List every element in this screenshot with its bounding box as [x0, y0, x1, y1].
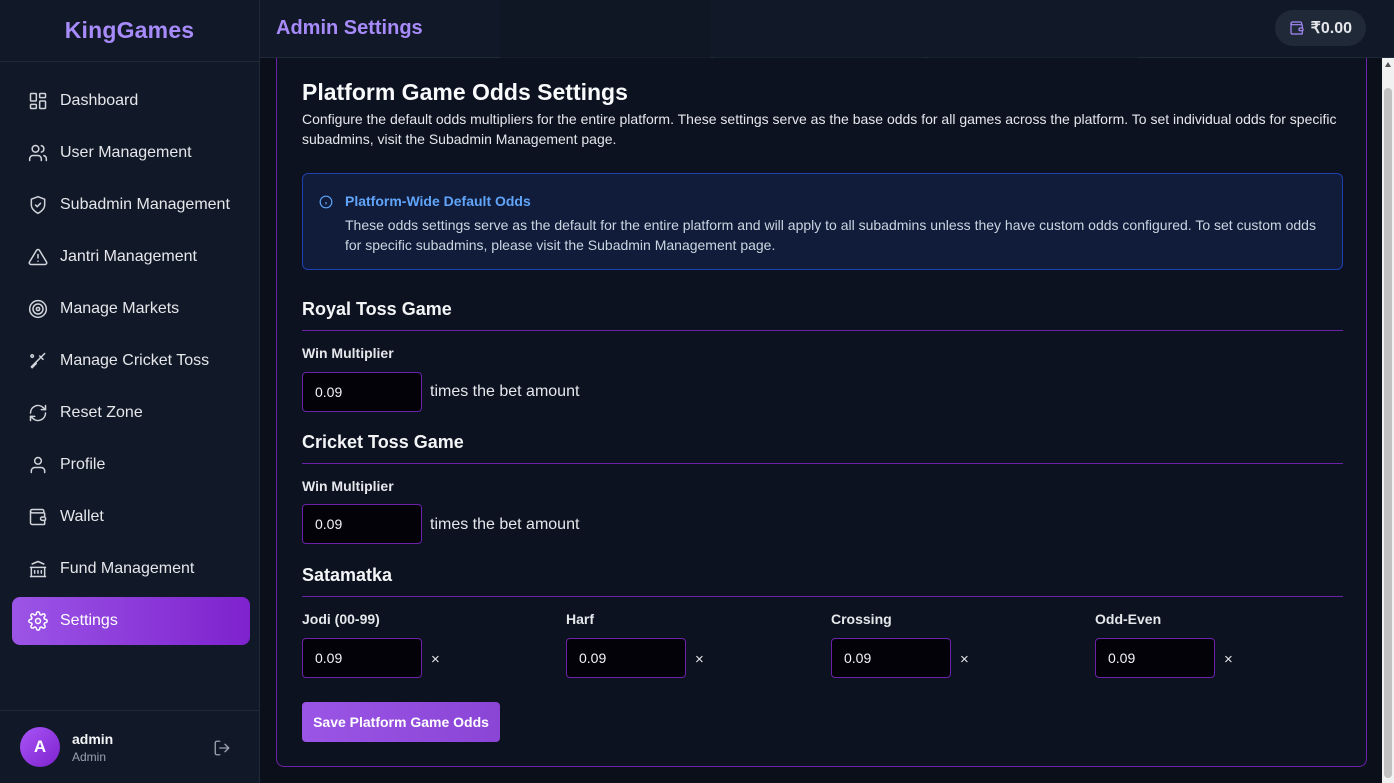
- harf-odds-input[interactable]: [566, 638, 686, 678]
- shield-icon: [28, 195, 48, 215]
- scrollbar-thumb[interactable]: [1384, 88, 1392, 778]
- sidebar-item-label: Jantri Management: [60, 248, 197, 265]
- info-alert: Platform-Wide Default Odds These odds se…: [302, 173, 1343, 270]
- sidebar-item-settings[interactable]: Settings: [12, 597, 250, 645]
- user-icon: [28, 455, 48, 475]
- card-description: Configure the default odds multipliers f…: [302, 111, 1337, 147]
- sidebar-item-manage-cricket-toss[interactable]: Manage Cricket Toss: [12, 337, 250, 385]
- user-info: admin Admin: [72, 731, 113, 764]
- sidebar-item-dashboard[interactable]: Dashboard: [12, 77, 250, 125]
- wallet-balance[interactable]: ₹0.00: [1274, 10, 1366, 46]
- odd-even-label: Odd-Even: [1095, 611, 1162, 627]
- odd-even-times-suffix: ×: [1224, 651, 1233, 668]
- sidebar-nav: Dashboard User Management Subadmin Manag…: [0, 62, 259, 645]
- sidebar-item-label: Subadmin Management: [60, 196, 230, 213]
- dashboard-grid-icon: [28, 91, 48, 111]
- crossing-times-suffix: ×: [960, 651, 969, 668]
- cricket-toss-label: Win Multiplier: [302, 478, 394, 494]
- harf-label: Harf: [566, 611, 595, 627]
- sidebar-item-jantri-management[interactable]: Jantri Management: [12, 233, 250, 281]
- scroll-up-arrow-icon[interactable]: [1385, 62, 1391, 67]
- sidebar-item-manage-markets[interactable]: Manage Markets: [12, 285, 250, 333]
- header-tab[interactable]: [928, 0, 1138, 58]
- cricket-bat-icon: [28, 351, 48, 371]
- sidebar-item-subadmin-management[interactable]: Subadmin Management: [12, 181, 250, 229]
- sidebar-item-label: Manage Cricket Toss: [60, 352, 210, 369]
- section-title-royal-toss: Royal Toss Game: [302, 299, 1343, 331]
- balance-amount: ₹0.00: [1310, 20, 1352, 37]
- avatar[interactable]: A: [20, 727, 60, 767]
- header-tab[interactable]: [714, 0, 924, 58]
- cricket-toss-multiplier-input[interactable]: [302, 504, 422, 544]
- sidebar-item-fund-management[interactable]: Fund Management: [12, 545, 250, 593]
- odd-even-odds-input[interactable]: [1095, 638, 1215, 678]
- wallet-icon: [1289, 20, 1305, 36]
- sidebar-item-profile[interactable]: Profile: [12, 441, 250, 489]
- sidebar-item-label: Profile: [60, 456, 106, 473]
- header-tab[interactable]: [500, 0, 710, 58]
- info-text: These odds settings serve as the default…: [345, 217, 1316, 253]
- user-role: Admin: [72, 749, 107, 764]
- save-platform-odds-button[interactable]: Save Platform Game Odds: [302, 702, 500, 742]
- user-profile-box: A admin Admin: [0, 710, 259, 783]
- users-icon: [28, 143, 48, 163]
- app-root: KingGames Dashboard User Management Suba…: [0, 0, 1394, 783]
- sidebar-item-user-management[interactable]: User Management: [12, 129, 250, 177]
- bank-icon: [28, 559, 48, 579]
- card-title: Platform Game Odds Settings: [302, 79, 628, 105]
- sidebar-item-label: Fund Management: [60, 560, 195, 577]
- refresh-icon: [28, 403, 48, 423]
- section-title-cricket-toss: Cricket Toss Game: [302, 432, 1343, 464]
- cricket-toss-suffix: times the bet amount: [430, 516, 580, 533]
- info-title: Platform-Wide Default Odds: [345, 193, 531, 209]
- crossing-label: Crossing: [831, 611, 892, 627]
- sidebar-item-label: Settings: [60, 612, 118, 629]
- wallet-icon: [28, 507, 48, 527]
- info-icon: [319, 195, 333, 209]
- jodi-times-suffix: ×: [431, 651, 440, 668]
- royal-toss-suffix: times the bet amount: [430, 383, 580, 400]
- warning-triangle-icon: [28, 247, 48, 267]
- sidebar-item-reset-zone[interactable]: Reset Zone: [12, 389, 250, 437]
- brand-logo[interactable]: KingGames: [0, 0, 259, 62]
- target-icon: [28, 299, 48, 319]
- page-title: Admin Settings: [276, 17, 423, 39]
- jodi-odds-input[interactable]: [302, 638, 422, 678]
- sidebar-item-wallet[interactable]: Wallet: [12, 493, 250, 541]
- royal-toss-label: Win Multiplier: [302, 345, 394, 361]
- sidebar-item-label: User Management: [60, 144, 192, 161]
- sidebar-item-label: Wallet: [60, 508, 104, 525]
- jodi-label: Jodi (00-99): [302, 611, 380, 627]
- sidebar-item-label: Dashboard: [60, 92, 139, 109]
- logout-icon[interactable]: [213, 739, 231, 757]
- harf-times-suffix: ×: [695, 651, 704, 668]
- sidebar-item-label: Manage Markets: [60, 300, 180, 317]
- header-tabs: [500, 0, 1142, 58]
- user-name: admin: [72, 730, 114, 747]
- section-title-satamatka: Satamatka: [302, 565, 1343, 597]
- sidebar-item-label: Reset Zone: [60, 404, 143, 421]
- odds-settings-card: Platform Game Odds Settings Configure th…: [276, 58, 1367, 767]
- brand-name: KingGames: [64, 17, 195, 43]
- crossing-odds-input[interactable]: [831, 638, 951, 678]
- gear-icon: [28, 611, 48, 631]
- top-header: Admin Settings ₹0.00: [260, 0, 1394, 58]
- page-scrollbar[interactable]: [1382, 58, 1394, 783]
- royal-toss-multiplier-input[interactable]: [302, 372, 422, 412]
- sidebar: KingGames Dashboard User Management Suba…: [0, 0, 260, 783]
